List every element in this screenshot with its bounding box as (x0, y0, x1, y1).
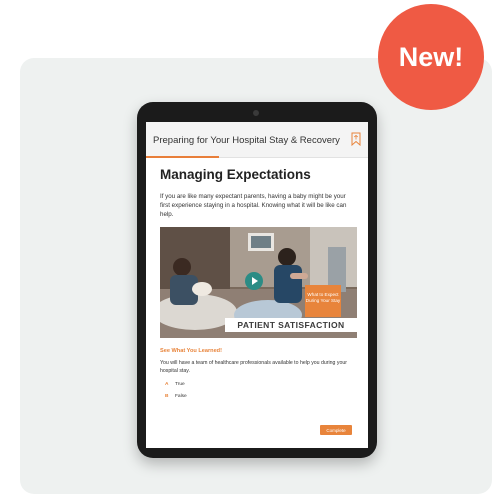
option-letter: B (165, 394, 169, 399)
tablet-device: Preparing for Your Hospital Stay & Recov… (137, 102, 377, 458)
course-title: Preparing for Your Hospital Stay & Recov… (153, 135, 340, 146)
bookmark-icon[interactable] (351, 132, 361, 146)
option-label: True (175, 382, 185, 387)
new-badge-label: New! (398, 41, 464, 72)
lesson-intro: If you are like many expectant parents, … (160, 193, 347, 218)
quiz-question: You will have a team of healthcare profe… (160, 360, 347, 374)
complete-button[interactable]: Complete (320, 425, 352, 435)
video-banner: PATIENT SATISFACTION (225, 318, 357, 332)
new-badge: New! (378, 4, 484, 110)
option-letter: A (165, 382, 169, 387)
stage: New! Preparing for Your Hospital Stay & … (0, 0, 492, 494)
option-label: False (175, 394, 187, 399)
video-title-card: What to Expect During Your Stay (305, 285, 341, 317)
play-icon[interactable] (245, 272, 263, 290)
lesson-content: Managing Expectations If you are like ma… (146, 158, 368, 399)
tablet-screen: Preparing for Your Hospital Stay & Recov… (146, 122, 368, 448)
play-triangle (252, 277, 258, 285)
course-header: Preparing for Your Hospital Stay & Recov… (146, 122, 368, 158)
quiz-heading: See What You Learned! (160, 348, 222, 354)
course-progress-bar (146, 156, 220, 158)
quiz-option-false[interactable]: B False (160, 394, 352, 399)
lesson-heading: Managing Expectations (160, 167, 311, 182)
camera-icon (253, 110, 259, 116)
quiz-option-true[interactable]: A True (160, 382, 352, 387)
video-player[interactable]: What to Expect During Your Stay PATIENT … (160, 227, 357, 338)
